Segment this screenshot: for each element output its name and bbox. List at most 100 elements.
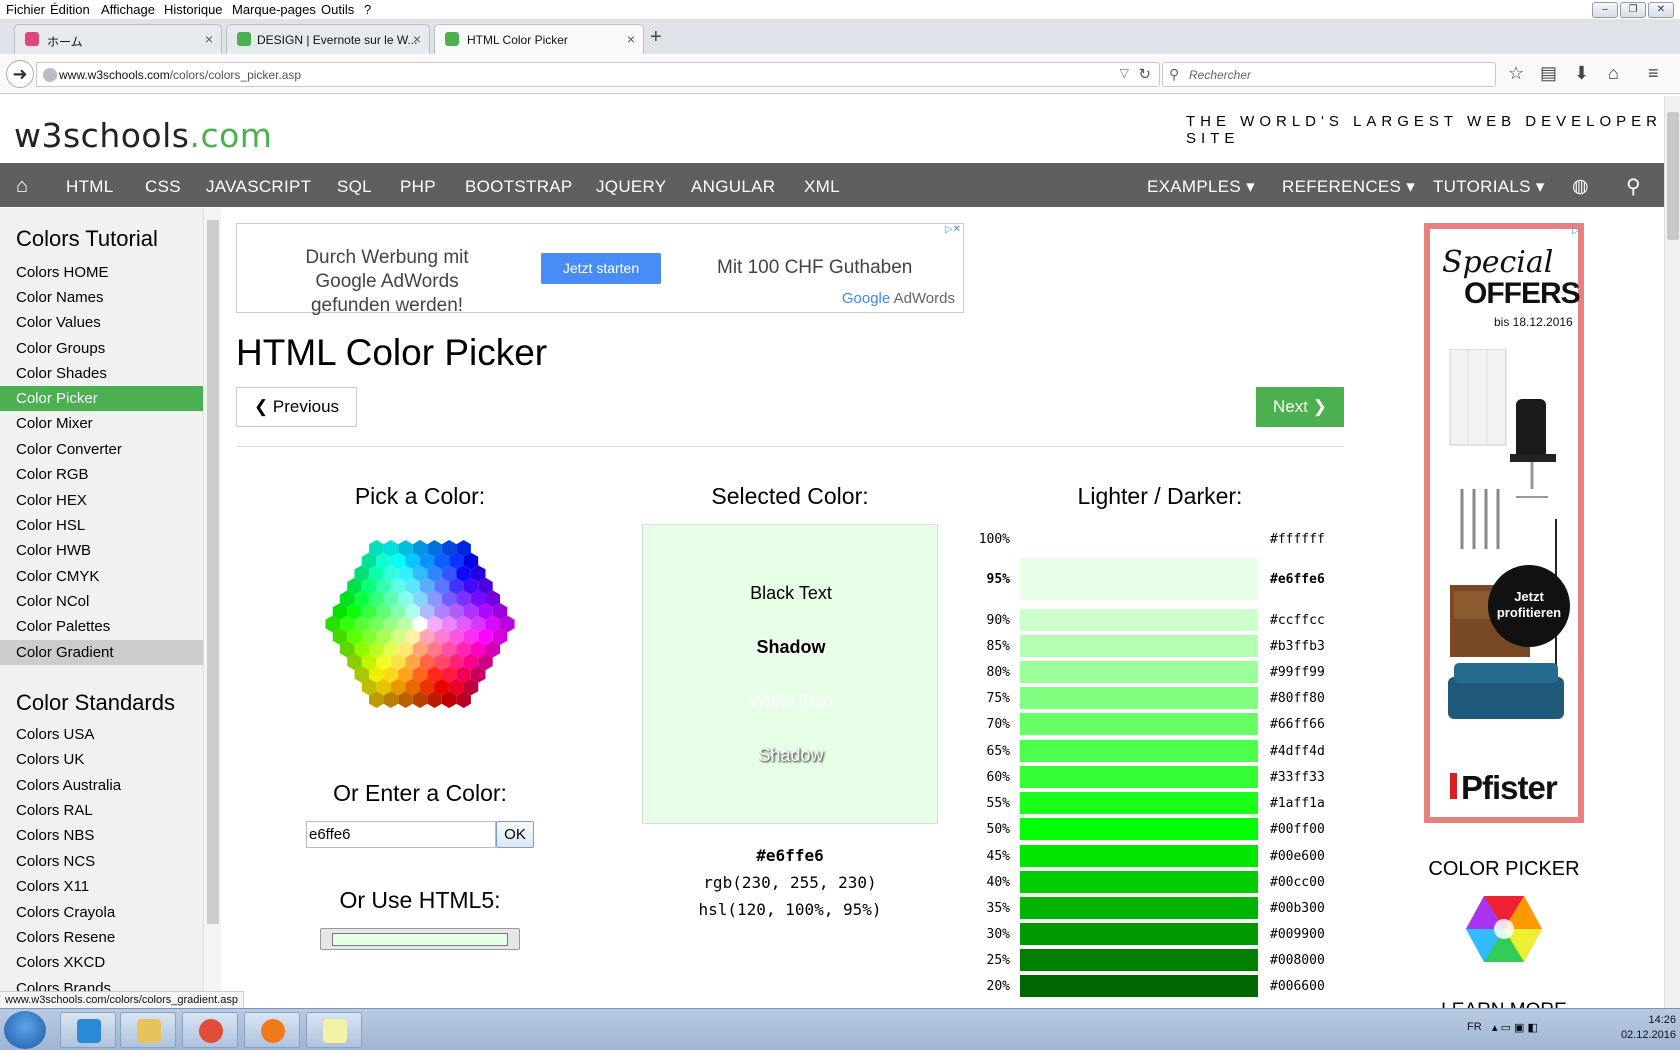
nav-javascript[interactable]: JAVASCRIPT bbox=[206, 177, 311, 197]
tab-color-picker[interactable]: HTML Color Picker × bbox=[434, 24, 644, 55]
shade-swatch[interactable] bbox=[1020, 528, 1258, 550]
nav-bootstrap[interactable]: BOOTSTRAP bbox=[465, 177, 573, 197]
hamburger-menu-icon[interactable]: ≡ bbox=[1648, 63, 1659, 84]
shade-row[interactable]: 85% #b3ffb3 bbox=[974, 634, 1340, 658]
back-button[interactable]: ➜ bbox=[6, 60, 34, 88]
shade-row[interactable]: 100% #ffffff bbox=[974, 527, 1340, 551]
sidebar-item[interactable]: Color HWB bbox=[0, 538, 203, 563]
color-input[interactable] bbox=[306, 821, 496, 848]
shade-swatch[interactable] bbox=[1020, 558, 1258, 600]
close-tab-icon[interactable]: × bbox=[627, 31, 635, 47]
nav-html[interactable]: HTML bbox=[66, 177, 113, 197]
site-logo[interactable]: w3schools.com bbox=[14, 116, 272, 155]
nav-examples[interactable]: EXAMPLES ▾ bbox=[1147, 177, 1255, 197]
downloads-icon[interactable]: ⬇ bbox=[1574, 63, 1589, 84]
sidebar-item-active[interactable]: Color Picker bbox=[0, 386, 203, 411]
sidebar-item[interactable]: Color Shades bbox=[0, 361, 203, 386]
menu-historique[interactable]: Historique bbox=[164, 2, 223, 17]
menu-fichier[interactable]: Fichier bbox=[6, 2, 45, 17]
shade-row[interactable]: 80% #99ff99 bbox=[974, 660, 1340, 684]
sidebar-scrollbar-thumb[interactable] bbox=[207, 220, 219, 924]
nav-tutorials[interactable]: TUTORIALS ▾ bbox=[1433, 177, 1545, 197]
sidebar-item[interactable]: Colors HOME bbox=[0, 260, 203, 285]
sidebar-item[interactable]: Colors Resene bbox=[0, 925, 203, 950]
reload-icon[interactable]: ↻ bbox=[1138, 65, 1151, 83]
color-wheel-icon[interactable] bbox=[1464, 894, 1544, 964]
ok-button[interactable]: OK bbox=[496, 821, 534, 848]
shade-swatch[interactable] bbox=[1020, 635, 1258, 657]
sidebar-item[interactable]: Colors NCS bbox=[0, 849, 203, 874]
start-button[interactable] bbox=[4, 1011, 46, 1049]
color-hexagon-map[interactable] bbox=[302, 522, 538, 726]
previous-button[interactable]: ❮ Previous bbox=[236, 387, 357, 427]
sidebar-item-hover[interactable]: Color Gradient bbox=[0, 640, 203, 665]
sidebar-item[interactable]: Color Names bbox=[0, 285, 203, 310]
menu-marque-pages[interactable]: Marque-pages bbox=[232, 2, 316, 17]
shade-swatch[interactable] bbox=[1020, 871, 1258, 893]
shade-row[interactable]: 20% #006600 bbox=[974, 974, 1340, 998]
sidebar-item[interactable]: Colors Crayola bbox=[0, 900, 203, 925]
home-icon[interactable]: ⌂ bbox=[1608, 63, 1619, 84]
sidebar-item[interactable]: Color Palettes bbox=[0, 614, 203, 639]
shade-swatch[interactable] bbox=[1020, 766, 1258, 788]
sidebar-item[interactable]: Color Values bbox=[0, 310, 203, 335]
shade-row[interactable]: 95% #e6ffe6 bbox=[974, 557, 1340, 601]
next-button[interactable]: Next ❯ bbox=[1256, 387, 1344, 427]
sidebar-item[interactable]: Color HSL bbox=[0, 513, 203, 538]
sidebar-item[interactable]: Colors RAL bbox=[0, 798, 203, 823]
sidebar-item[interactable]: Color CMYK bbox=[0, 564, 203, 589]
sidebar-item[interactable]: Color RGB bbox=[0, 462, 203, 487]
maximize-button[interactable]: ❐ bbox=[1620, 2, 1646, 18]
search-icon[interactable]: ⚲ bbox=[1626, 174, 1641, 199]
taskbar-chrome[interactable] bbox=[182, 1012, 238, 1048]
shade-row[interactable]: 55% #1aff1a bbox=[974, 791, 1340, 815]
reading-list-icon[interactable]: ▤ bbox=[1540, 63, 1557, 84]
nav-angular[interactable]: ANGULAR bbox=[691, 177, 775, 197]
nav-sql[interactable]: SQL bbox=[337, 177, 372, 197]
ad-cta-button[interactable]: Jetzt starten bbox=[541, 253, 661, 284]
shade-row[interactable]: 70% #66ff66 bbox=[974, 712, 1340, 736]
site-info-icon[interactable] bbox=[43, 68, 57, 82]
ad-choices-icon[interactable]: ▷✕ bbox=[945, 224, 961, 235]
shade-row[interactable]: 75% #80ff80 bbox=[974, 686, 1340, 710]
language-indicator[interactable]: FR bbox=[1467, 1021, 1482, 1033]
ad-banner-adwords[interactable]: Durch Werbung mit Google AdWords gefunde… bbox=[236, 223, 964, 316]
shade-row[interactable]: 30% #009900 bbox=[974, 922, 1340, 946]
sidebar-item[interactable]: Colors USA bbox=[0, 722, 203, 747]
shade-swatch[interactable] bbox=[1020, 923, 1258, 945]
close-window-button[interactable]: ✕ bbox=[1648, 2, 1674, 18]
close-tab-icon[interactable]: × bbox=[413, 31, 421, 47]
nav-php[interactable]: PHP bbox=[400, 177, 436, 197]
menu-outils[interactable]: Outils bbox=[321, 2, 354, 17]
ad-banner-pfister[interactable]: Special OFFERS bis 18.12.2016 Jetzt prof… bbox=[1424, 223, 1584, 823]
minimize-button[interactable]: – bbox=[1592, 2, 1618, 18]
shade-swatch[interactable] bbox=[1020, 897, 1258, 919]
sidebar-item[interactable]: Color Mixer bbox=[0, 411, 203, 436]
nav-jquery[interactable]: JQUERY bbox=[596, 177, 666, 197]
shade-swatch[interactable] bbox=[1020, 818, 1258, 840]
sidebar-scrollbar[interactable] bbox=[203, 208, 221, 1008]
taskbar-ie[interactable] bbox=[60, 1012, 116, 1048]
scrollbar-thumb[interactable] bbox=[1667, 112, 1679, 240]
shade-swatch[interactable] bbox=[1020, 845, 1258, 867]
shade-swatch[interactable] bbox=[1020, 949, 1258, 971]
shade-swatch[interactable] bbox=[1020, 661, 1258, 683]
shade-row[interactable]: 90% #ccffcc bbox=[974, 608, 1340, 632]
ad-choices-icon[interactable]: ▷ bbox=[1572, 225, 1580, 236]
shade-row[interactable]: 25% #008000 bbox=[974, 948, 1340, 972]
shade-swatch[interactable] bbox=[1020, 713, 1258, 735]
menu-edition[interactable]: Édition bbox=[50, 2, 90, 17]
sidebar-item[interactable]: Colors XKCD bbox=[0, 950, 203, 975]
shade-swatch[interactable] bbox=[1020, 609, 1258, 631]
taskbar-firefox[interactable] bbox=[244, 1012, 300, 1048]
html5-color-input[interactable] bbox=[320, 928, 520, 950]
new-tab-icon[interactable]: + bbox=[650, 26, 662, 49]
tray-icons[interactable]: ▴ ▭ ▣ ◧ bbox=[1492, 1021, 1538, 1034]
shade-swatch[interactable] bbox=[1020, 740, 1258, 762]
shade-row[interactable]: 65% #4dff4d bbox=[974, 739, 1340, 763]
sidebar-item[interactable]: Colors UK bbox=[0, 747, 203, 772]
shade-row[interactable]: 45% #00e600 bbox=[974, 844, 1340, 868]
close-tab-icon[interactable]: × bbox=[205, 31, 213, 47]
color-picker-promo-title[interactable]: COLOR PICKER bbox=[1424, 858, 1584, 881]
tab-evernote[interactable]: DESIGN | Evernote sur le W... × bbox=[226, 24, 430, 54]
